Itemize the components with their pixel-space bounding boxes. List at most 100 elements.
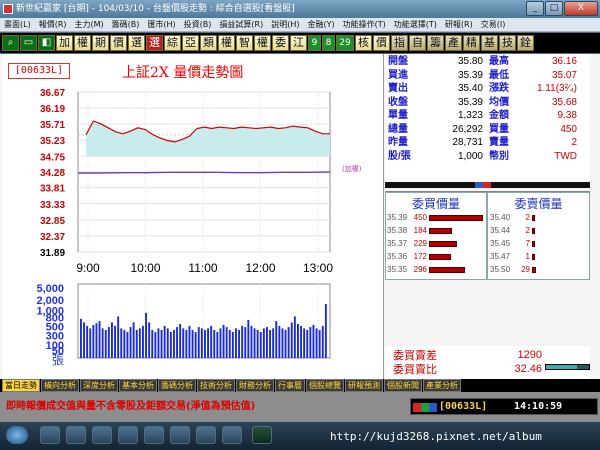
taskbar-app-icon[interactable] — [92, 426, 112, 444]
toolbar-button[interactable]: 核 — [355, 35, 372, 51]
search-icon[interactable]: ⌕ — [2, 35, 19, 51]
volume-bar — [306, 330, 309, 358]
menu-item-finance[interactable]: 金融(Y) — [303, 19, 338, 30]
tab-financial[interactable]: 財務分析 — [236, 379, 274, 392]
tab-industry[interactable]: 產業分析 — [423, 379, 461, 392]
bid-depth-bar — [429, 228, 452, 234]
minimize-button[interactable]: _ — [526, 1, 544, 16]
tab-fundamental[interactable]: 基本分析 — [119, 379, 157, 392]
toolbar-button[interactable]: 8 — [322, 35, 335, 51]
toolbar-button[interactable]: 權 — [218, 35, 235, 51]
quote-label: 均價 — [489, 96, 509, 108]
toolbar-button[interactable]: 籌 — [427, 35, 444, 51]
toolbar-button[interactable]: 銓 — [517, 35, 534, 51]
screen-icon[interactable]: ▭ — [20, 35, 37, 51]
status-code: [00633L] — [439, 401, 488, 412]
volume-bar — [126, 332, 129, 358]
toolbar-button[interactable]: 9 — [308, 35, 321, 51]
menu-item-forex[interactable]: 匯市(H) — [143, 19, 179, 30]
ask-price: 35.44 — [490, 226, 511, 235]
ask-qty: 29 — [521, 265, 530, 274]
menu-item-functions[interactable]: 功能選擇(T) — [390, 19, 441, 30]
quote-row: 賣出 35.40 漲跌 1.11(3²⁄₄) — [385, 82, 590, 95]
volume-bar — [210, 325, 213, 358]
volume-bar — [269, 330, 271, 358]
quote-label: 幣別 — [489, 150, 509, 162]
ask-row: 35.45 7 — [490, 238, 588, 250]
status-ticker: [00633L] 14:10:59 — [410, 398, 598, 415]
quote-label: 股/張 — [388, 150, 411, 162]
maximize-button[interactable]: □ — [545, 1, 563, 16]
toolbar-button[interactable]: 智 — [236, 35, 253, 51]
toolbar-button[interactable]: 加 — [56, 35, 73, 51]
toolbar-button[interactable]: 委 — [272, 35, 289, 51]
toolbar-button[interactable]: 技 — [499, 35, 516, 51]
tab-overview[interactable]: 個股總覽 — [306, 379, 344, 392]
menu-item-pnl[interactable]: 損益試算(R) — [215, 19, 267, 30]
close-button[interactable]: X — [564, 1, 598, 16]
menu-item-invest[interactable]: 投資(B) — [180, 19, 216, 30]
volume-bar — [135, 330, 138, 358]
toolbar-button[interactable]: 選 — [146, 35, 163, 51]
toolbar-button[interactable]: 29 — [336, 35, 354, 51]
toolbar-button[interactable]: 江 — [290, 35, 307, 51]
bid-ask-ratio-value: 32.46 — [514, 363, 542, 375]
toolbar-button[interactable]: 期 — [92, 35, 109, 51]
menu-item-screen[interactable]: 畫面(L) — [0, 19, 35, 30]
toolbar-button[interactable]: 選 — [128, 35, 145, 51]
taskbar-app-icon[interactable] — [66, 426, 86, 444]
toolbar-button[interactable]: 類 — [200, 35, 217, 51]
taskbar-app-icon[interactable] — [118, 426, 138, 444]
tab-intraday[interactable]: 當日走勢 — [2, 379, 40, 392]
taskbar-app-icon[interactable] — [40, 426, 60, 444]
toolbar-button[interactable]: 自 — [409, 35, 426, 51]
tab-chips[interactable]: 籌碼分析 — [158, 379, 196, 392]
menu-item-chips[interactable]: 籌碼(B) — [108, 19, 144, 30]
taskbar-app-icon[interactable] — [252, 426, 272, 444]
toolbar-button[interactable]: 基 — [481, 35, 498, 51]
chart-panel: 36.67 36.19 35.71 35.23 34.75 34.28 33.81 33.33… — [2, 54, 384, 379]
tab-technical[interactable]: 技術分析 — [197, 379, 235, 392]
toolbar-button[interactable]: 指 — [391, 35, 408, 51]
taskbar-app-icon[interactable] — [144, 426, 164, 444]
toolbar-button[interactable]: 亞 — [182, 35, 199, 51]
menu-item-major[interactable]: 主力(M) — [71, 19, 108, 30]
bid-qty: 450 — [413, 213, 427, 222]
quote-value: TWD — [554, 150, 577, 162]
quote-row: 昨量 28,731 賣量 2 — [385, 136, 590, 149]
taskbar-app-icon[interactable] — [222, 426, 242, 444]
toolbar-button[interactable]: 權 — [74, 35, 91, 51]
toolbar-button[interactable]: 價 — [373, 35, 390, 51]
volume-bar — [225, 327, 228, 358]
tab-news[interactable]: 個股新聞 — [384, 379, 422, 392]
toolbar-button[interactable]: 精 — [463, 35, 480, 51]
volume-bar — [312, 324, 315, 358]
price-tick-label: 35.71 — [40, 120, 65, 131]
start-button-icon[interactable] — [6, 426, 28, 444]
tab-calendar[interactable]: 行事曆 — [275, 379, 305, 392]
quote-label: 昨量 — [388, 137, 408, 148]
ask-qty: 2 — [525, 213, 530, 222]
price-tick-label: 33.33 — [40, 200, 65, 211]
taskbar-app-icon[interactable] — [170, 426, 190, 444]
volume-bar — [222, 324, 225, 358]
toolbar-button[interactable]: 綜 — [164, 35, 181, 51]
menu-item-help[interactable]: 說明(H) — [267, 19, 303, 30]
layout-icon[interactable]: ◧ — [38, 35, 55, 51]
toolbar-button[interactable]: 價 — [110, 35, 127, 51]
ask-title: 委賣價量 — [514, 197, 563, 211]
volume-bar — [241, 325, 244, 358]
tab-forecast[interactable]: 研報預測 — [345, 379, 383, 392]
taskbar-app-icon[interactable] — [196, 426, 216, 444]
toolbar-button[interactable]: 權 — [254, 35, 271, 51]
volume-bar — [259, 332, 262, 358]
tab-depth[interactable]: 深度分析 — [80, 379, 118, 392]
volume-bar — [253, 328, 256, 358]
menu-item-research[interactable]: 研報(R) — [441, 19, 477, 30]
menu-item-quote[interactable]: 報價(R) — [35, 19, 71, 30]
tab-horizontal[interactable]: 橫向分析 — [41, 379, 79, 392]
menu-item-operations[interactable]: 功能操作(T) — [339, 19, 390, 30]
menu-item-trade[interactable]: 交易(I) — [477, 19, 510, 30]
order-book: 委買價量 委賣價量 35.39 450 35.38 184 35.37 229 35.36 1… — [385, 191, 590, 280]
toolbar-button[interactable]: 產 — [445, 35, 462, 51]
